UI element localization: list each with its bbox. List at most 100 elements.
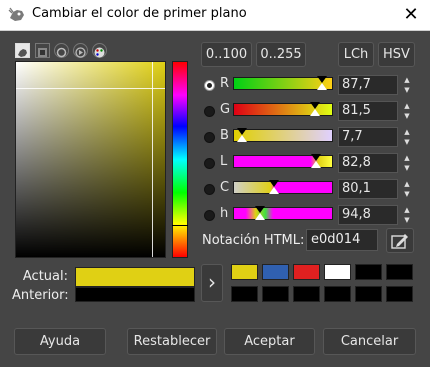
cmyk-tab[interactable] bbox=[35, 43, 50, 58]
help-button[interactable]: Ayuda bbox=[14, 328, 106, 355]
channel-l-spinner[interactable]: ▲ ▼ bbox=[401, 153, 413, 173]
spin-up-icon[interactable]: ▲ bbox=[401, 179, 413, 189]
hsv-button[interactable]: HSV bbox=[378, 42, 415, 67]
channel-r-radio[interactable] bbox=[204, 80, 215, 91]
channel-c-thumb-top bbox=[269, 180, 279, 187]
channel-c-value[interactable]: 80,1 bbox=[338, 179, 398, 199]
history-swatch-12[interactable] bbox=[386, 286, 413, 302]
sv-crosshair-vertical bbox=[152, 62, 153, 257]
gimp-selector-tab[interactable] bbox=[15, 43, 30, 58]
channel-b-radio[interactable] bbox=[204, 132, 215, 143]
channel-g-thumb[interactable] bbox=[310, 109, 320, 116]
channel-g-radio[interactable] bbox=[204, 106, 215, 117]
history-swatch-2[interactable] bbox=[262, 264, 289, 280]
sv-crosshair-horizontal bbox=[16, 88, 165, 89]
previous-color-swatch bbox=[75, 287, 195, 302]
range-0-255-button[interactable]: 0..255 bbox=[256, 42, 306, 67]
hue-strip[interactable] bbox=[172, 61, 188, 258]
channel-l-label: L bbox=[220, 154, 228, 169]
channel-h-label: h bbox=[220, 206, 229, 221]
close-button[interactable]: ✕ bbox=[398, 3, 424, 27]
channel-h-radio[interactable] bbox=[204, 210, 215, 221]
hue-marker bbox=[172, 225, 188, 226]
channel-b-spinner[interactable]: ▲ ▼ bbox=[401, 127, 413, 147]
channel-b-slider[interactable] bbox=[233, 128, 333, 142]
channel-l-radio[interactable] bbox=[204, 158, 215, 169]
spin-down-icon[interactable]: ▼ bbox=[401, 111, 413, 121]
channel-h-thumb-top bbox=[255, 206, 265, 213]
html-notation-input[interactable]: e0d014 bbox=[306, 229, 378, 251]
cancel-button[interactable]: Cancelar bbox=[323, 328, 416, 355]
palette-tab[interactable] bbox=[92, 43, 107, 58]
history-swatch-4[interactable] bbox=[324, 264, 351, 280]
palette-icon bbox=[94, 47, 105, 58]
channel-b-value[interactable]: 7,7 bbox=[338, 127, 398, 147]
current-label: Actual: bbox=[22, 269, 68, 284]
channel-r-spinner[interactable]: ▲ ▼ bbox=[401, 75, 413, 95]
channel-r-label: R bbox=[220, 76, 230, 91]
history-swatch-7[interactable] bbox=[231, 286, 258, 302]
channel-r-thumb-top bbox=[317, 76, 327, 83]
history-swatch-1[interactable] bbox=[231, 264, 258, 280]
channel-b-label: B bbox=[220, 128, 229, 143]
channel-r-slider[interactable] bbox=[233, 76, 333, 90]
channel-g-spinner[interactable]: ▲ ▼ bbox=[401, 101, 413, 121]
channel-l-thumb-top bbox=[311, 154, 321, 161]
lch-button[interactable]: LCh bbox=[338, 42, 374, 67]
history-swatch-8[interactable] bbox=[262, 286, 289, 302]
channel-l-value[interactable]: 82,8 bbox=[338, 153, 398, 173]
history-swatch-3[interactable] bbox=[293, 264, 320, 280]
html-notation-label: Notación HTML: bbox=[202, 233, 305, 248]
channel-g-thumb-top bbox=[310, 102, 320, 109]
reset-button[interactable]: Restablecer bbox=[127, 328, 217, 355]
history-swatch-10[interactable] bbox=[324, 286, 351, 302]
current-color-swatch bbox=[75, 267, 195, 287]
color-picker-button[interactable] bbox=[386, 228, 414, 253]
range-0-100-button[interactable]: 0..100 bbox=[201, 42, 252, 67]
history-swatch-6[interactable] bbox=[386, 264, 413, 280]
spin-up-icon[interactable]: ▲ bbox=[401, 101, 413, 111]
spin-down-icon[interactable]: ▼ bbox=[401, 189, 413, 199]
channel-r-thumb[interactable] bbox=[317, 83, 327, 90]
channel-c-slider[interactable] bbox=[233, 180, 333, 194]
channel-l-thumb[interactable] bbox=[311, 161, 321, 168]
channel-h-spinner[interactable]: ▲ ▼ bbox=[401, 205, 413, 225]
channel-h-thumb[interactable] bbox=[255, 213, 265, 220]
title-bar: Cambiar el color de primer plano ✕ bbox=[0, 0, 430, 31]
add-to-history-button[interactable]: › bbox=[201, 264, 223, 302]
channel-l-slider[interactable] bbox=[233, 154, 333, 168]
channel-g-slider[interactable] bbox=[233, 102, 333, 116]
channel-b-thumb[interactable] bbox=[237, 135, 247, 142]
watercolor-tab[interactable] bbox=[54, 43, 69, 58]
spin-down-icon[interactable]: ▼ bbox=[401, 163, 413, 173]
channel-c-spinner[interactable]: ▲ ▼ bbox=[401, 179, 413, 199]
history-swatch-9[interactable] bbox=[293, 286, 320, 302]
channel-r-value[interactable]: 87,7 bbox=[338, 75, 398, 95]
channel-g-value[interactable]: 81,5 bbox=[338, 101, 398, 121]
spin-up-icon[interactable]: ▲ bbox=[401, 127, 413, 137]
wheel-icon bbox=[75, 47, 86, 58]
spin-down-icon[interactable]: ▼ bbox=[401, 85, 413, 95]
channel-h-value[interactable]: 94,8 bbox=[338, 205, 398, 225]
saturation-value-picker[interactable] bbox=[15, 61, 166, 258]
channel-g-label: G bbox=[220, 102, 231, 117]
history-swatch-5[interactable] bbox=[355, 264, 382, 280]
channel-c-label: C bbox=[220, 180, 230, 195]
cmyk-icon bbox=[38, 48, 47, 57]
previous-label: Anterior: bbox=[12, 288, 69, 303]
eyedropper-icon bbox=[391, 234, 408, 249]
wheel-tab[interactable] bbox=[73, 43, 88, 58]
spin-up-icon[interactable]: ▲ bbox=[401, 75, 413, 85]
watercolor-icon bbox=[56, 47, 67, 58]
channel-c-radio[interactable] bbox=[204, 184, 215, 195]
history-swatch-11[interactable] bbox=[355, 286, 382, 302]
channel-b-thumb-top bbox=[237, 128, 247, 135]
spin-down-icon[interactable]: ▼ bbox=[401, 137, 413, 147]
channel-h-slider[interactable] bbox=[233, 206, 333, 220]
spin-down-icon[interactable]: ▼ bbox=[401, 215, 413, 225]
spin-up-icon[interactable]: ▲ bbox=[401, 205, 413, 215]
spin-up-icon[interactable]: ▲ bbox=[401, 153, 413, 163]
window-title: Cambiar el color de primer plano bbox=[32, 6, 247, 21]
ok-button[interactable]: Aceptar bbox=[224, 328, 315, 355]
channel-c-thumb[interactable] bbox=[269, 187, 279, 194]
